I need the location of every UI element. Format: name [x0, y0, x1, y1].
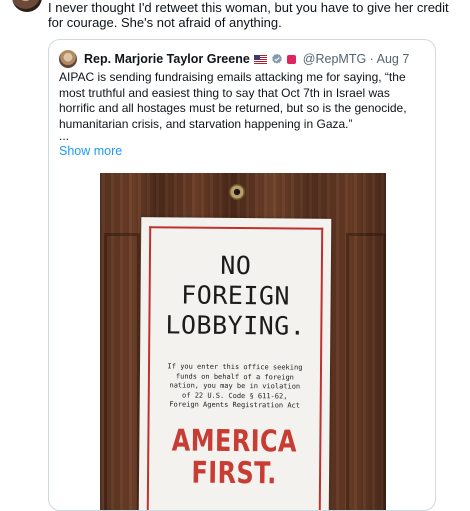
sign-title: NO FOREIGN LOBBYING. — [140, 250, 331, 342]
door-panel-right — [346, 233, 386, 510]
us-flag-icon — [253, 54, 267, 64]
quoted-tweet-header: Rep. Marjorie Taylor Greene @RepMTG · Au… — [59, 50, 409, 68]
no-foreign-lobbying-sign: NO FOREIGN LOBBYING. If you enter this o… — [138, 217, 332, 510]
sign-body-line: Foreign Agents Registration Act — [169, 400, 301, 410]
quoted-tweet-ellipsis: ... — [59, 129, 70, 143]
quoted-tweet-text: AIPAC is sending fundraising emails atta… — [59, 70, 407, 131]
sign-title-line: LOBBYING. — [165, 310, 306, 341]
sign-title-line: NO — [220, 250, 252, 281]
door-panel-left — [104, 233, 140, 510]
verified-badge-icon — [271, 53, 282, 64]
show-more-link[interactable]: Show more — [59, 144, 122, 158]
quoted-author-name[interactable]: Rep. Marjorie Taylor Greene — [84, 52, 250, 66]
red-square-badge-icon — [286, 54, 296, 64]
sign-slogan: AMERICA FIRST. — [158, 423, 311, 492]
sign-title-line: FOREIGN — [181, 280, 291, 311]
sign-slogan-line: AMERICA — [171, 423, 298, 460]
tweet-author-avatar[interactable] — [12, 0, 42, 12]
quoted-handle-date[interactable]: @RepMTG · Aug 7 — [303, 52, 409, 66]
door-peephole — [229, 184, 245, 200]
sign-body-line: nation, you may be in violation — [169, 381, 301, 391]
sign-slogan-line: FIRST. — [191, 455, 277, 492]
sign-body: If you enter this office seeking funds o… — [154, 362, 316, 411]
quoted-tweet-photo[interactable]: NO FOREIGN LOBBYING. If you enter this o… — [100, 173, 386, 510]
tweet-text: I never thought I'd retweet this woman, … — [48, 0, 449, 30]
quoted-author-avatar[interactable] — [59, 50, 77, 68]
quoted-tweet-card[interactable]: Rep. Marjorie Taylor Greene @RepMTG · Au… — [48, 39, 436, 511]
